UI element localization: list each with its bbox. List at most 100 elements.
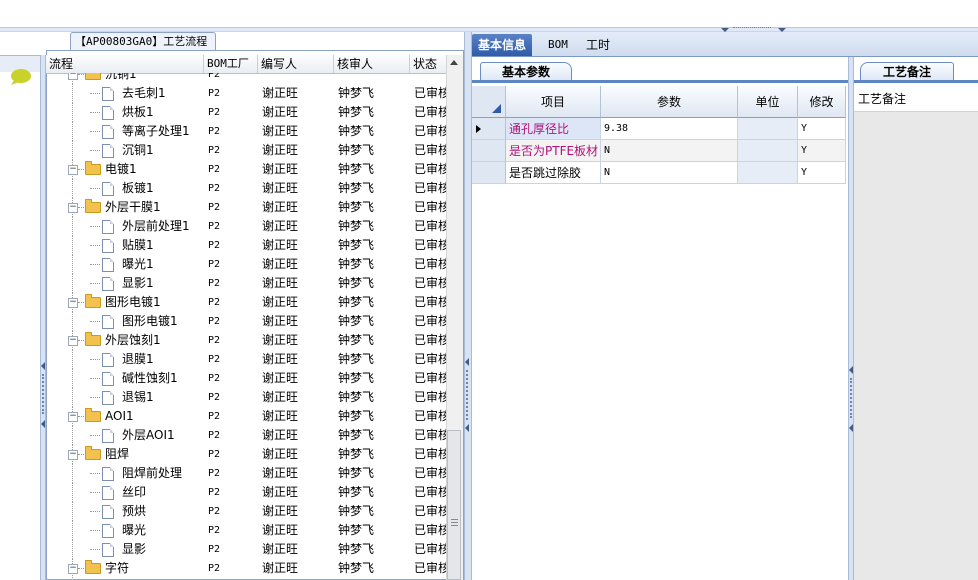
tree-node[interactable]: 碱性蚀刻1 bbox=[46, 369, 204, 388]
expand-toggle-icon[interactable]: − bbox=[68, 336, 78, 346]
tree-node[interactable]: − 图形电镀1 bbox=[46, 293, 204, 312]
tree-node[interactable]: 板镀1 bbox=[46, 179, 204, 198]
tree-node[interactable]: 退膜1 bbox=[46, 350, 204, 369]
tree-node[interactable]: − 电镀1 bbox=[46, 160, 204, 179]
tree-node[interactable]: − 外层蚀刻1 bbox=[46, 331, 204, 350]
tree-row[interactable]: − 图形电镀1 P2 谢正旺 钟梦飞 已审核 bbox=[46, 293, 452, 312]
tree-node[interactable]: 图形电镀1 bbox=[46, 312, 204, 331]
tree-row[interactable]: 阻焊前处理 P2 谢正旺 钟梦飞 已审核 bbox=[46, 464, 452, 483]
column-header-unit[interactable]: 单位 bbox=[738, 86, 798, 118]
tree-node[interactable]: 阻焊前处理 bbox=[46, 464, 204, 483]
tree-row[interactable]: − 外层干膜1 P2 谢正旺 钟梦飞 已审核 bbox=[46, 198, 452, 217]
tree-node[interactable]: 烘板1 bbox=[46, 103, 204, 122]
expand-toggle-icon[interactable]: − bbox=[68, 564, 78, 574]
tree-node[interactable]: 显影 bbox=[46, 540, 204, 559]
tree-node[interactable]: 退锡1 bbox=[46, 388, 204, 407]
column-header-flow[interactable]: 流程 bbox=[46, 55, 204, 73]
process-notes-body[interactable] bbox=[854, 112, 978, 580]
tree-row[interactable]: − 外层蚀刻1 P2 谢正旺 钟梦飞 已审核 bbox=[46, 331, 452, 350]
tree-node[interactable]: − 沉铜1 bbox=[46, 73, 204, 84]
tree-row[interactable]: 显影 P2 谢正旺 钟梦飞 已审核 bbox=[46, 540, 452, 559]
tree-node[interactable]: − 字符 bbox=[46, 559, 204, 578]
row-header[interactable] bbox=[472, 118, 506, 140]
tree-node[interactable]: 等离子处理1 bbox=[46, 122, 204, 141]
tree-node[interactable]: 沉铜1 bbox=[46, 141, 204, 160]
tab-basic-params[interactable]: 基本参数 bbox=[480, 62, 572, 81]
tree-row[interactable]: 预烘 P2 谢正旺 钟梦飞 已审核 bbox=[46, 502, 452, 521]
chat-bubble-icon[interactable] bbox=[8, 68, 32, 86]
tree-node[interactable]: − 阻焊 bbox=[46, 445, 204, 464]
column-header-editable[interactable]: 修改 bbox=[798, 86, 846, 118]
column-header-reviewer[interactable]: 核审人 bbox=[334, 55, 410, 73]
tab-process-notes[interactable]: 工艺备注 bbox=[860, 62, 954, 81]
collapse-left-arrow-icon[interactable] bbox=[465, 358, 469, 366]
row-header[interactable] bbox=[472, 162, 506, 184]
tree-node[interactable]: 丝印 bbox=[46, 483, 204, 502]
cell-unit[interactable] bbox=[738, 118, 798, 140]
tree-node[interactable]: 外层AOI1 bbox=[46, 426, 204, 445]
tree-row[interactable]: 外层AOI1 P2 谢正旺 钟梦飞 已审核 bbox=[46, 426, 452, 445]
collapse-left-arrow-icon[interactable] bbox=[849, 366, 853, 374]
tree-node[interactable]: − AOI1 bbox=[46, 407, 204, 426]
tree-row[interactable]: − 字符 P2 谢正旺 钟梦飞 已审核 bbox=[46, 559, 452, 578]
cell-value[interactable]: 9.38 bbox=[601, 118, 738, 140]
cell-unit[interactable] bbox=[738, 162, 798, 184]
cell-item[interactable]: 是否为PTFE板材 bbox=[506, 140, 601, 162]
cell-editable[interactable]: Y bbox=[798, 140, 846, 162]
tree-row[interactable]: − AOI1 P2 谢正旺 钟梦飞 已审核 bbox=[46, 407, 452, 426]
expand-toggle-icon[interactable]: − bbox=[68, 412, 78, 422]
tree-row[interactable]: 退锡1 P2 谢正旺 钟梦飞 已审核 bbox=[46, 388, 452, 407]
tree-row[interactable]: − 电镀1 P2 谢正旺 钟梦飞 已审核 bbox=[46, 160, 452, 179]
tree-node[interactable]: 去毛刺1 bbox=[46, 84, 204, 103]
expand-toggle-icon[interactable]: − bbox=[68, 298, 78, 308]
splitter-grip[interactable] bbox=[466, 370, 470, 420]
cell-editable[interactable]: Y bbox=[798, 118, 846, 140]
tree-row[interactable]: − 沉铜1 P2 bbox=[46, 73, 452, 84]
cell-value[interactable]: N bbox=[601, 162, 738, 184]
tree-row[interactable]: 贴膜1 P2 谢正旺 钟梦飞 已审核 bbox=[46, 236, 452, 255]
row-header-corner[interactable] bbox=[472, 86, 506, 118]
tree-node[interactable]: 显影1 bbox=[46, 274, 204, 293]
tree-row[interactable]: 碱性蚀刻1 P2 谢正旺 钟梦飞 已审核 bbox=[46, 369, 452, 388]
param-row[interactable]: 是否为PTFE板材 N Y bbox=[472, 140, 848, 162]
param-row[interactable]: 是否跳过除胶 N Y bbox=[472, 162, 848, 184]
tree-row[interactable]: 等离子处理1 P2 谢正旺 钟梦飞 已审核 bbox=[46, 122, 452, 141]
cell-item[interactable]: 通孔厚径比 bbox=[506, 118, 601, 140]
cell-item[interactable]: 是否跳过除胶 bbox=[506, 162, 601, 184]
expand-toggle-icon[interactable]: − bbox=[68, 450, 78, 460]
expand-toggle-icon[interactable]: − bbox=[68, 203, 78, 213]
tree-node[interactable]: 曝光 bbox=[46, 521, 204, 540]
tree-node[interactable]: 曝光1 bbox=[46, 255, 204, 274]
process-flow-tab[interactable]: 【AP00803GA0】工艺流程 bbox=[70, 32, 216, 50]
tree-node[interactable]: 贴膜1 bbox=[46, 236, 204, 255]
tree-row[interactable]: 外层前处理1 P2 谢正旺 钟梦飞 已审核 bbox=[46, 217, 452, 236]
collapse-left-arrow-icon[interactable] bbox=[41, 420, 45, 428]
row-header[interactable] bbox=[472, 140, 506, 162]
column-header-writer[interactable]: 编写人 bbox=[258, 55, 334, 73]
scrollbar-thumb[interactable] bbox=[447, 430, 461, 580]
column-header-bom-factory[interactable]: BOM工厂 bbox=[204, 55, 258, 73]
tab-bom[interactable]: BOM bbox=[542, 34, 574, 56]
collapse-left-arrow-icon[interactable] bbox=[849, 424, 853, 432]
column-header-value[interactable]: 参数 bbox=[601, 86, 738, 118]
tree-row[interactable]: 显影1 P2 谢正旺 钟梦飞 已审核 bbox=[46, 274, 452, 293]
tree-row[interactable]: 退膜1 P2 谢正旺 钟梦飞 已审核 bbox=[46, 350, 452, 369]
tree-row[interactable]: 曝光1 P2 谢正旺 钟梦飞 已审核 bbox=[46, 255, 452, 274]
expand-toggle-icon[interactable]: − bbox=[68, 73, 78, 80]
tree-row[interactable]: 板镀1 P2 谢正旺 钟梦飞 已审核 bbox=[46, 179, 452, 198]
tree-row[interactable]: 丝印 P2 谢正旺 钟梦飞 已审核 bbox=[46, 483, 452, 502]
scroll-up-arrow-icon[interactable] bbox=[450, 60, 458, 65]
collapse-left-arrow-icon[interactable] bbox=[41, 362, 45, 370]
param-row[interactable]: 通孔厚径比 9.38 Y bbox=[472, 118, 848, 140]
middle-splitter[interactable] bbox=[464, 32, 472, 580]
cell-editable[interactable]: Y bbox=[798, 162, 846, 184]
column-header-item[interactable]: 项目 bbox=[506, 86, 601, 118]
cell-value[interactable]: N bbox=[601, 140, 738, 162]
tree-row[interactable]: 烘板1 P2 谢正旺 钟梦飞 已审核 bbox=[46, 103, 452, 122]
tree-node[interactable]: 外层前处理1 bbox=[46, 217, 204, 236]
tree-row[interactable]: 曝光 P2 谢正旺 钟梦飞 已审核 bbox=[46, 521, 452, 540]
cell-unit[interactable] bbox=[738, 140, 798, 162]
tab-work-hours[interactable]: 工时 bbox=[580, 34, 616, 56]
tree-row[interactable]: 图形电镀1 P2 谢正旺 钟梦飞 已审核 bbox=[46, 312, 452, 331]
expand-toggle-icon[interactable]: − bbox=[68, 165, 78, 175]
